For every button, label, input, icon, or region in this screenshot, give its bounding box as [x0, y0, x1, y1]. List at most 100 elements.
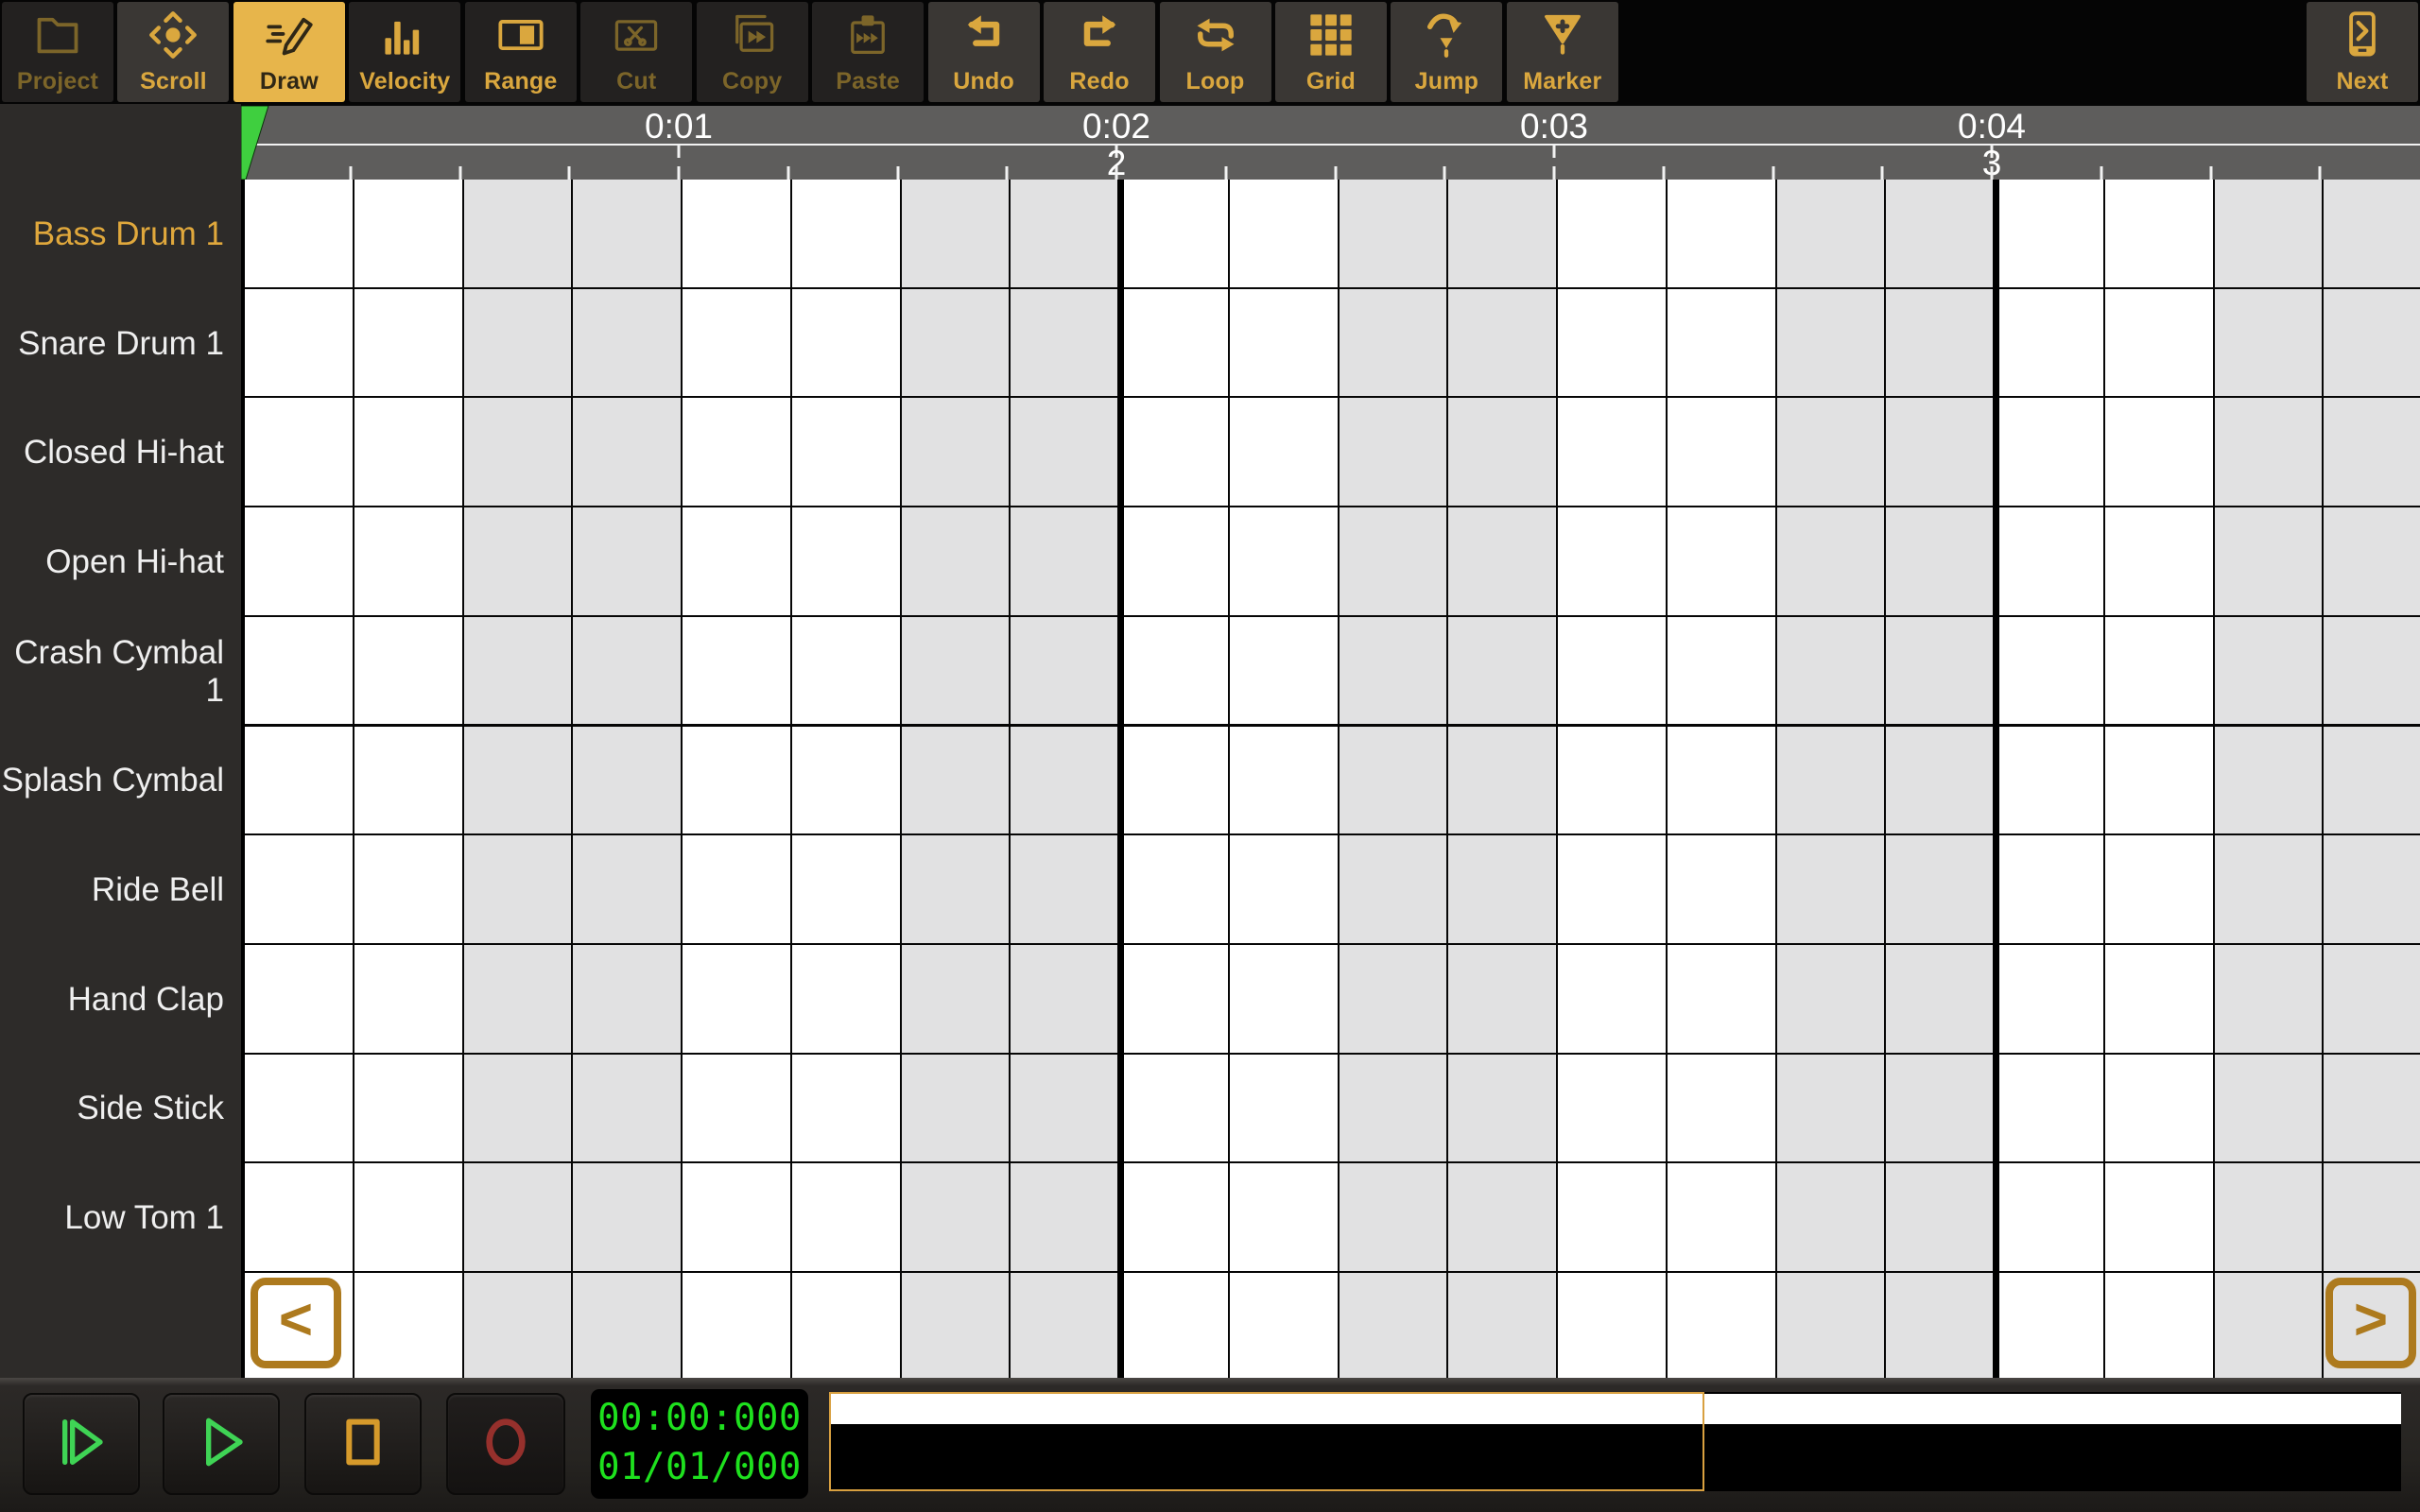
grid-cell[interactable] — [901, 1273, 1011, 1378]
toolbar-button-redo[interactable]: Redo — [1044, 2, 1156, 102]
grid-cell[interactable] — [1339, 726, 1449, 836]
track-label-crash-cymbal-1[interactable]: Crash Cymbal 1 — [0, 617, 224, 727]
grid-cell[interactable] — [1667, 726, 1777, 836]
grid-cell[interactable] — [2324, 726, 2420, 836]
grid-cell[interactable] — [1886, 398, 1996, 508]
grid-cell[interactable] — [573, 726, 683, 836]
grid-cell[interactable] — [354, 835, 464, 945]
grid-cell[interactable] — [1667, 616, 1777, 727]
grid-cell[interactable] — [245, 1054, 354, 1164]
grid-cell[interactable] — [354, 1054, 464, 1164]
grid-cell[interactable] — [901, 944, 1011, 1055]
stop-button[interactable] — [304, 1393, 422, 1495]
grid-cell[interactable] — [1120, 180, 1230, 289]
grid-cell[interactable] — [683, 288, 792, 399]
grid-cell[interactable] — [463, 288, 574, 399]
grid-cell[interactable] — [1667, 835, 1777, 945]
grid-cell[interactable] — [1886, 944, 1996, 1055]
grid-cell[interactable] — [2214, 398, 2325, 508]
grid-cell[interactable] — [1558, 398, 1668, 508]
grid-cell[interactable] — [1996, 507, 2105, 617]
grid-cell[interactable] — [1448, 180, 1558, 289]
grid-cell[interactable] — [463, 507, 574, 617]
grid-cell[interactable] — [245, 835, 354, 945]
grid-cell[interactable] — [683, 1273, 792, 1378]
grid-cell[interactable] — [1120, 835, 1230, 945]
grid-cell[interactable] — [901, 1054, 1011, 1164]
scroll-left-button[interactable]: < — [251, 1278, 341, 1368]
grid-cell[interactable] — [2324, 616, 2420, 727]
grid-cell[interactable] — [1229, 180, 1340, 289]
grid-cell[interactable] — [573, 398, 683, 508]
grid-cell[interactable] — [245, 616, 354, 727]
grid-cell[interactable] — [1996, 616, 2105, 727]
grid-cell[interactable] — [1776, 726, 1887, 836]
grid-cell[interactable] — [683, 180, 792, 289]
toolbar-button-undo[interactable]: Undo — [927, 2, 1040, 102]
record-button[interactable] — [446, 1393, 565, 1495]
grid-cell[interactable] — [1558, 616, 1668, 727]
grid-cell[interactable] — [1667, 944, 1777, 1055]
grid-cell[interactable] — [1776, 616, 1887, 727]
grid-cell[interactable] — [1120, 1054, 1230, 1164]
grid-cell[interactable] — [1339, 1163, 1449, 1273]
grid-cell[interactable] — [245, 507, 354, 617]
grid-cell[interactable] — [1776, 835, 1887, 945]
grid-cell[interactable] — [1886, 1054, 1996, 1164]
toolbar-button-draw[interactable]: Draw — [233, 2, 345, 102]
track-label-low-tom-1[interactable]: Low Tom 1 — [0, 1163, 224, 1273]
grid-cell[interactable] — [2104, 1163, 2215, 1273]
grid-cell[interactable] — [463, 944, 574, 1055]
grid-cell[interactable] — [683, 1054, 792, 1164]
grid-cell[interactable] — [683, 398, 792, 508]
grid-cell[interactable] — [901, 180, 1011, 289]
grid-cell[interactable] — [1886, 616, 1996, 727]
toolbar-button-copy[interactable]: Copy — [696, 2, 808, 102]
grid-cell[interactable] — [463, 1054, 574, 1164]
grid-cell[interactable] — [791, 398, 902, 508]
grid-cell[interactable] — [791, 835, 902, 945]
grid-cell[interactable] — [1448, 507, 1558, 617]
grid-cell[interactable] — [683, 507, 792, 617]
grid-cell[interactable] — [1339, 180, 1449, 289]
grid-cell[interactable] — [901, 835, 1011, 945]
grid-cell[interactable] — [2214, 1273, 2325, 1378]
grid-cell[interactable] — [2104, 507, 2215, 617]
grid-cell[interactable] — [2104, 944, 2215, 1055]
grid-cell[interactable] — [1120, 288, 1230, 399]
grid-cell[interactable] — [463, 835, 574, 945]
grid-cell[interactable] — [573, 944, 683, 1055]
grid-cell[interactable] — [354, 507, 464, 617]
grid-cell[interactable] — [1339, 835, 1449, 945]
grid-cell[interactable] — [1448, 1054, 1558, 1164]
grid-cell[interactable] — [1229, 507, 1340, 617]
scroll-right-button[interactable]: > — [2325, 1278, 2416, 1368]
grid-cell[interactable] — [1448, 1273, 1558, 1378]
toolbar-button-marker[interactable]: Marker — [1506, 2, 1618, 102]
track-label-snare-drum-1[interactable]: Snare Drum 1 — [0, 289, 224, 399]
timeline-ruler[interactable]: 0:01 0:02 0:03 0:04 2 3 — [241, 106, 2420, 182]
grid-cell[interactable] — [1886, 835, 1996, 945]
grid-cell[interactable] — [2104, 180, 2215, 289]
playhead-marker[interactable] — [241, 106, 279, 180]
grid-cell[interactable] — [1996, 288, 2105, 399]
track-label-closed-hi-hat[interactable]: Closed Hi-hat — [0, 398, 224, 507]
grid-cell[interactable] — [791, 507, 902, 617]
grid-cell[interactable] — [2104, 398, 2215, 508]
grid-cell[interactable] — [1011, 288, 1120, 399]
grid-cell[interactable] — [1886, 1273, 1996, 1378]
grid-cell[interactable] — [1776, 398, 1887, 508]
grid-cell[interactable] — [1448, 1163, 1558, 1273]
grid-cell[interactable] — [354, 1273, 464, 1378]
grid-cell[interactable] — [1229, 1273, 1340, 1378]
grid-cell[interactable] — [1996, 1054, 2105, 1164]
grid-cell[interactable] — [463, 180, 574, 289]
track-label-bass-drum-1[interactable]: Bass Drum 1 — [0, 180, 224, 289]
grid-cell[interactable] — [2324, 1163, 2420, 1273]
grid-cell[interactable] — [901, 398, 1011, 508]
grid-cell[interactable] — [1120, 616, 1230, 727]
grid-cell[interactable] — [573, 180, 683, 289]
grid-cell[interactable] — [1011, 1054, 1120, 1164]
grid-cell[interactable] — [2214, 507, 2325, 617]
grid-cell[interactable] — [1120, 507, 1230, 617]
